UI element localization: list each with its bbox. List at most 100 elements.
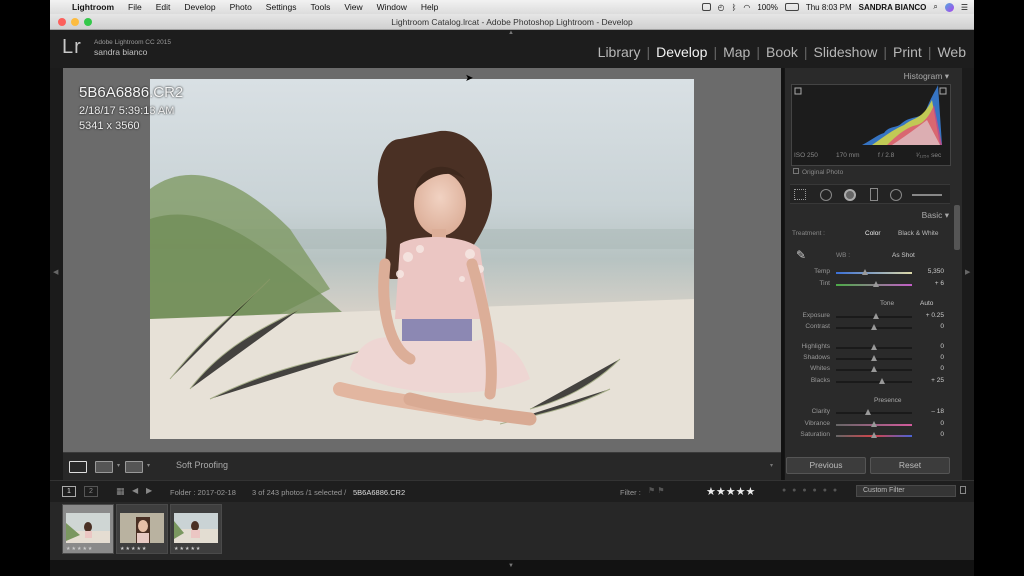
wb-select[interactable]: As Shot [892, 252, 915, 259]
before-after-dropdown-icon[interactable]: ▾ [117, 462, 120, 469]
shadows-slider[interactable]: Shadows 0 [790, 354, 950, 364]
clock[interactable]: Thu 8:03 PM [806, 3, 852, 12]
grid-view-icon[interactable]: ▦ [116, 486, 125, 497]
right-panel-toggle-icon[interactable]: ▶ [965, 268, 970, 276]
top-panel-toggle-icon[interactable]: ▲ [508, 30, 514, 36]
blacks-track[interactable] [836, 381, 912, 383]
notification-center-icon[interactable]: ☰ [961, 3, 968, 12]
basic-header[interactable]: Basic ▾ [785, 208, 955, 222]
tone-auto-button[interactable]: Auto [920, 300, 933, 307]
graduated-filter-icon[interactable] [870, 188, 878, 201]
shadow-clipping-icon[interactable] [794, 87, 802, 95]
whites-knob[interactable] [871, 366, 877, 372]
module-book[interactable]: Book [760, 44, 804, 60]
whites-slider[interactable]: Whites 0 [790, 365, 950, 375]
main-photo[interactable] [150, 79, 694, 439]
highlight-clipping-icon[interactable] [939, 87, 947, 95]
treatment-bw-option[interactable]: Black & White [898, 230, 938, 237]
thumbnail[interactable]: ★★★★★ [116, 504, 168, 554]
cloud-icon[interactable] [701, 3, 711, 11]
vibrance-knob[interactable] [871, 421, 877, 427]
clarity-knob[interactable] [864, 409, 871, 415]
vibrance-value[interactable]: 0 [914, 420, 944, 427]
temp-knob[interactable] [861, 269, 868, 275]
previous-button[interactable]: Previous [786, 457, 866, 474]
wifi-icon[interactable]: ◠ [743, 3, 750, 12]
tint-value[interactable]: + 6 [914, 280, 944, 287]
red-eye-icon[interactable] [844, 189, 856, 201]
shadows-value[interactable]: 0 [914, 354, 944, 361]
user-name[interactable]: SANDRA BIANCO [859, 3, 927, 12]
before-after-icon[interactable] [95, 461, 113, 473]
page1-button[interactable]: 1 [62, 486, 76, 497]
module-map[interactable]: Map [717, 44, 756, 60]
flag-filter-icon[interactable]: ⚑ ⚑ [648, 486, 665, 495]
histogram-header[interactable]: Histogram ▾ [785, 69, 955, 83]
tint-knob[interactable] [872, 281, 879, 287]
page2-button[interactable]: 2 [84, 486, 98, 497]
reset-button[interactable]: Reset [870, 457, 950, 474]
soft-proofing-checkbox[interactable]: Soft Proofing [176, 460, 228, 470]
clarity-track[interactable] [836, 412, 912, 414]
rating-filter-stars[interactable]: ★★★★★ [706, 485, 755, 498]
saturation-slider[interactable]: Saturation 0 [790, 431, 950, 441]
menu-tools[interactable]: Tools [304, 2, 338, 12]
vibrance-slider[interactable]: Vibrance 0 [790, 420, 950, 430]
menu-settings[interactable]: Settings [259, 2, 304, 12]
saturation-value[interactable]: 0 [914, 431, 944, 438]
close-window-button[interactable] [58, 18, 66, 26]
module-slideshow[interactable]: Slideshow [808, 44, 884, 60]
highlights-knob[interactable] [871, 344, 877, 350]
menu-photo[interactable]: Photo [223, 2, 259, 12]
time-machine-icon[interactable]: ◴ [718, 3, 725, 12]
folder-label[interactable]: Folder : 2017-02-18 [170, 488, 236, 497]
thumbnail[interactable]: ★★★★★ [170, 504, 222, 554]
exposure-knob[interactable] [872, 313, 879, 319]
toolbar-options-icon[interactable]: ▾ [770, 462, 773, 469]
color-label-filter-icon[interactable]: ● ● ● ● ● ● [782, 487, 839, 494]
right-panel-scrollbar[interactable] [954, 205, 960, 250]
blacks-knob[interactable] [878, 378, 885, 384]
blacks-slider[interactable]: Blacks + 25 [790, 377, 950, 387]
radial-filter-icon[interactable] [890, 189, 902, 201]
clarity-slider[interactable]: Clarity – 18 [790, 408, 950, 418]
xy-view-icon[interactable] [125, 461, 143, 473]
crop-tool-icon[interactable] [794, 189, 806, 200]
spot-removal-icon[interactable] [820, 189, 832, 201]
menu-window[interactable]: Window [370, 2, 414, 12]
temp-slider[interactable]: Temp 5,350 [790, 268, 950, 278]
menu-view[interactable]: View [337, 2, 369, 12]
left-panel-collapsed[interactable]: ◀ [50, 68, 63, 480]
loupe-view-icon[interactable] [69, 461, 87, 473]
original-photo-checkbox[interactable]: Original Photo [793, 168, 843, 176]
spotlight-search-icon[interactable]: ⌕ [933, 2, 937, 12]
white-balance-eyedropper-icon[interactable]: ✎ [796, 248, 806, 262]
battery-icon[interactable] [784, 3, 799, 11]
module-web[interactable]: Web [931, 44, 966, 60]
battery-text[interactable]: 100% [757, 3, 777, 12]
menu-file[interactable]: File [121, 2, 149, 12]
highlights-slider[interactable]: Highlights 0 [790, 343, 950, 353]
bluetooth-icon[interactable]: ᛒ [732, 3, 737, 12]
menu-develop[interactable]: Develop [177, 2, 222, 12]
zoom-window-button[interactable] [84, 18, 92, 26]
left-panel-toggle-icon[interactable]: ◀ [53, 268, 58, 276]
view-dropdown-icon[interactable]: ▾ [147, 462, 150, 469]
custom-filter-dropdown[interactable]: Custom Filter [856, 485, 956, 497]
highlights-value[interactable]: 0 [914, 343, 944, 350]
temp-value[interactable]: 5,350 [914, 268, 944, 275]
tint-slider[interactable]: Tint + 6 [790, 280, 950, 290]
selected-filename[interactable]: 5B6A6886.CR2 [353, 488, 405, 497]
thumbnail[interactable]: ★★★★★ [62, 504, 114, 554]
exposure-value[interactable]: + 0.25 [914, 312, 944, 319]
saturation-knob[interactable] [871, 432, 877, 438]
contrast-slider[interactable]: Contrast 0 [790, 323, 950, 333]
module-develop[interactable]: Develop [650, 44, 713, 60]
contrast-value[interactable]: 0 [914, 323, 944, 330]
menu-app-name[interactable]: Lightroom [68, 2, 121, 12]
menu-help[interactable]: Help [414, 2, 445, 12]
adjustment-brush-icon[interactable] [912, 194, 942, 196]
treatment-color-option[interactable]: Color [865, 230, 881, 237]
shadows-knob[interactable] [871, 355, 877, 361]
contrast-knob[interactable] [871, 324, 877, 330]
